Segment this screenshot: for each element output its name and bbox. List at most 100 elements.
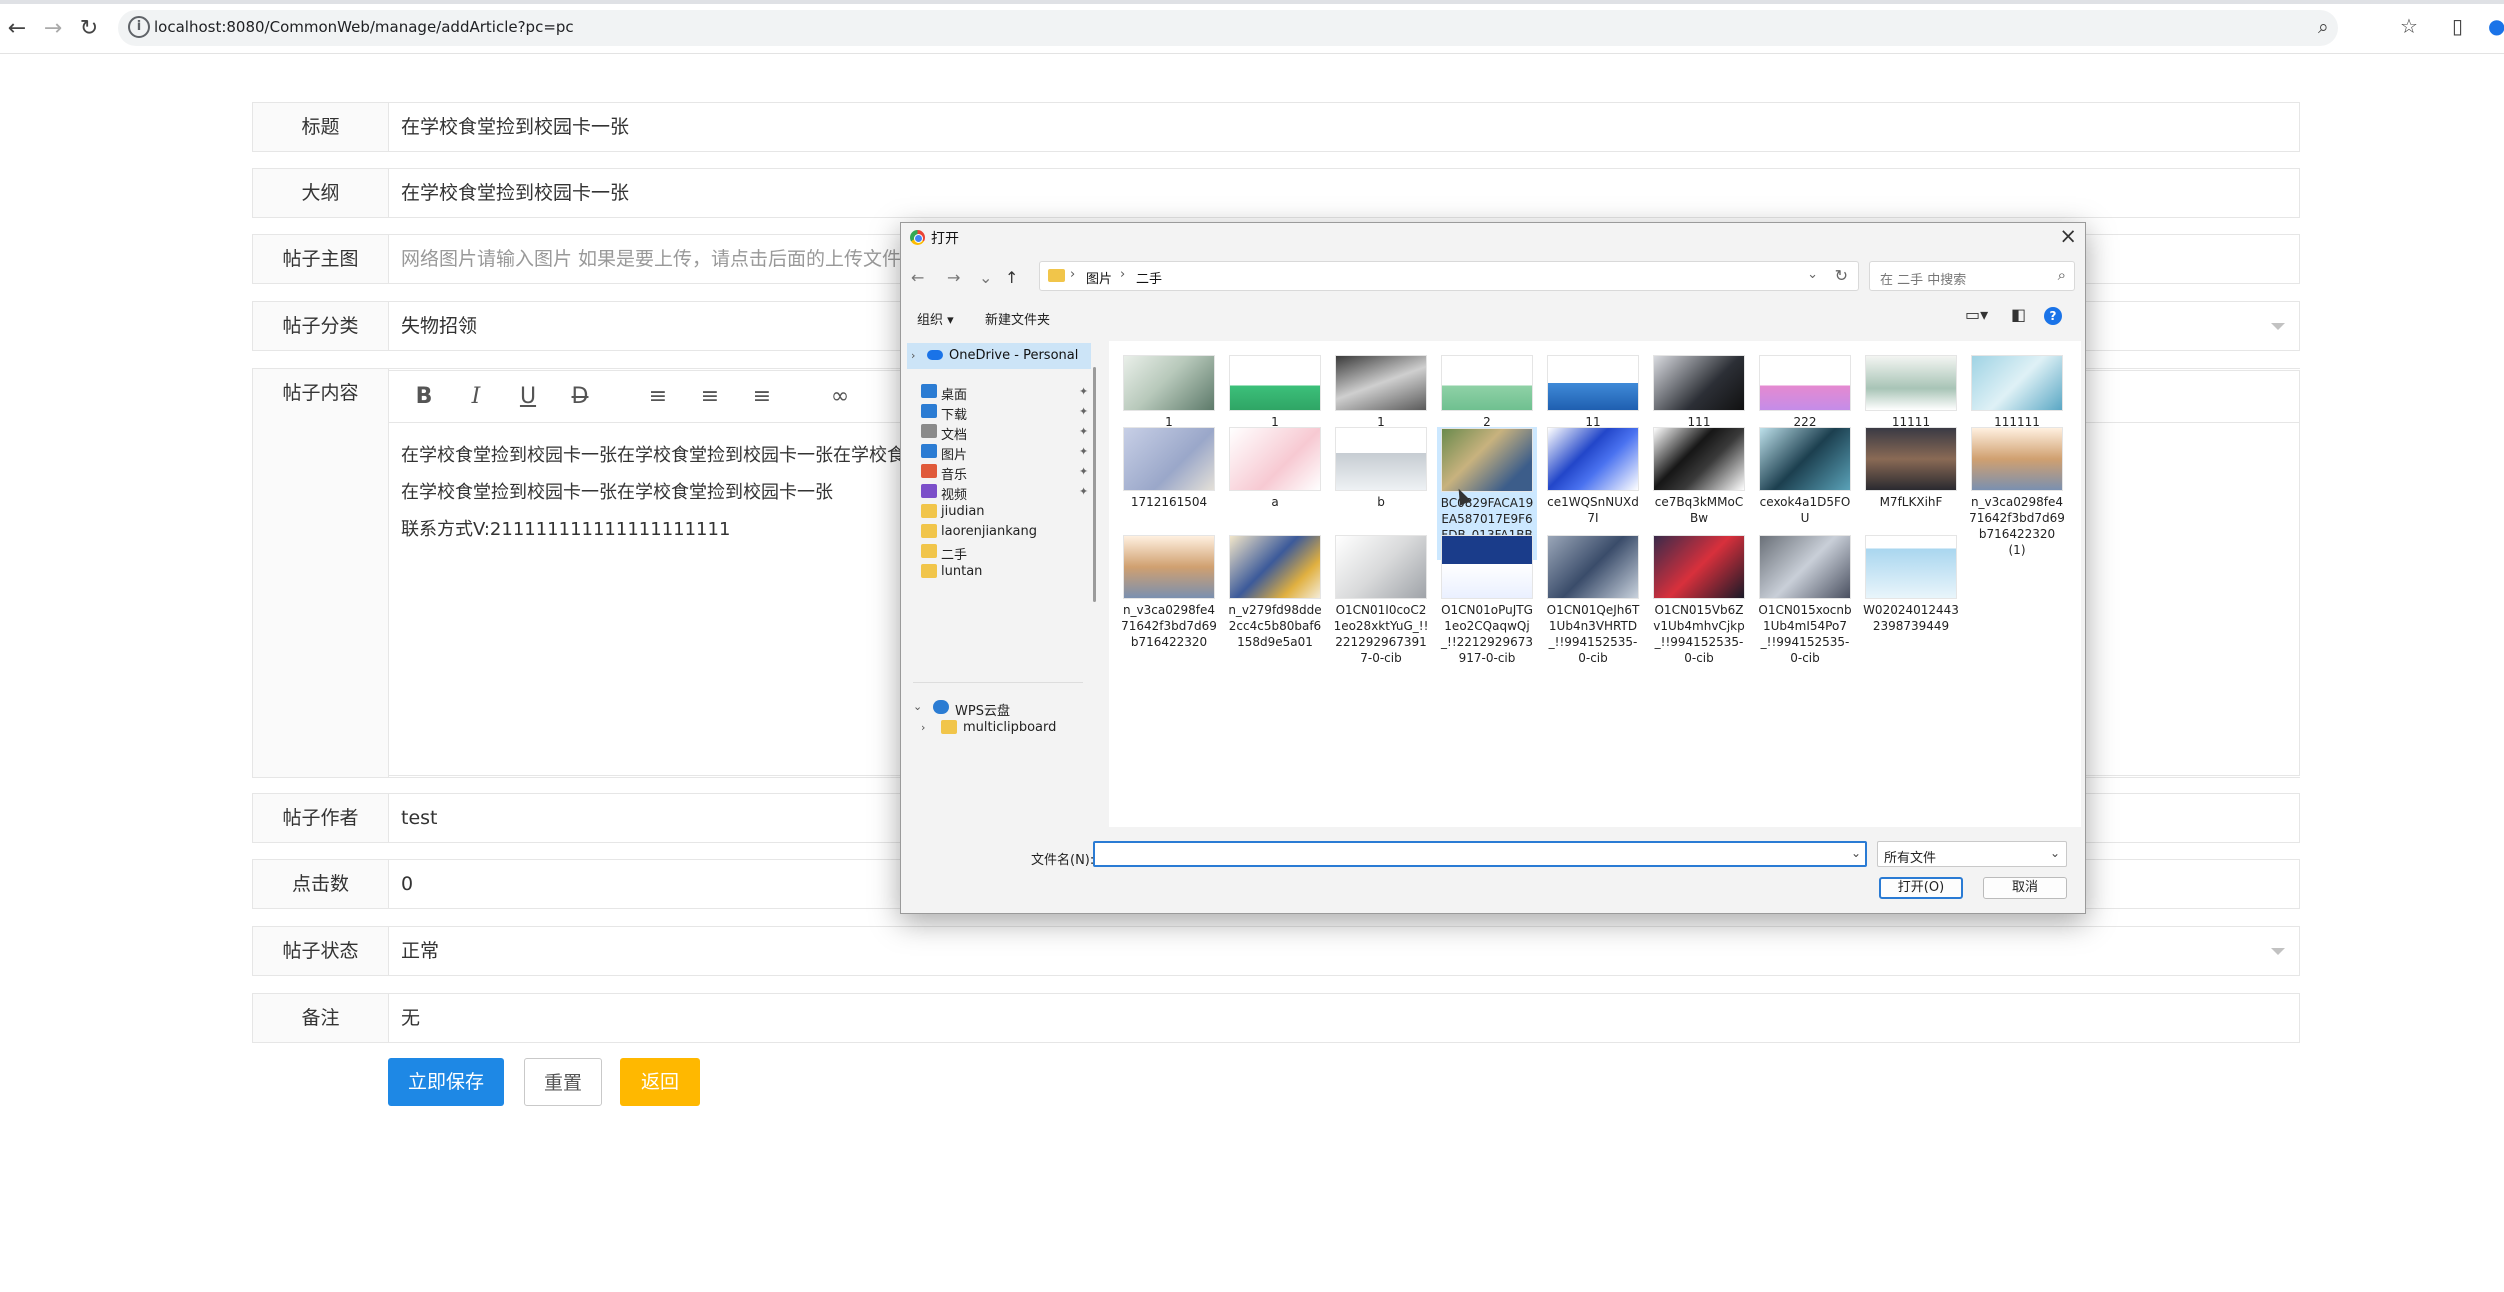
file-item[interactable]: a — [1225, 427, 1325, 510]
file-item[interactable]: O1CN015Vb6Zv1Ub4mhvCjkp_!!994152535-0-ci… — [1649, 535, 1749, 666]
file-item[interactable]: 2 — [1437, 355, 1537, 430]
sidebar-item-quick-access[interactable]: luntan — [903, 559, 1093, 585]
close-icon[interactable]: × — [2059, 224, 2077, 248]
reload-icon[interactable]: ↻ — [76, 16, 102, 42]
view-options-icon[interactable]: ▭▾ — [1965, 305, 1988, 324]
file-thumbnail — [1971, 355, 2063, 411]
file-item[interactable]: W020240124432398739449 — [1861, 535, 1961, 634]
file-item[interactable]: O1CN015xocnb1Ub4mI54Po7_!!994152535-0-ci… — [1755, 535, 1855, 666]
search-input[interactable]: 在 二手 中搜索 ⌕ — [1869, 261, 2075, 291]
remark-input[interactable]: 无 — [401, 994, 420, 1042]
sidebar-scrollbar[interactable] — [1093, 367, 1096, 602]
chevron-right-icon[interactable]: › — [911, 349, 915, 362]
sidebar-item-multiclipboard[interactable]: › multiclipboard — [903, 715, 1093, 741]
outline-input[interactable]: 在学校食堂捡到校园卡一张 — [401, 169, 629, 217]
file-thumbnail — [1547, 355, 1639, 411]
file-item[interactable]: n_v3ca0298fe471642f3bd7d69b716422320 (1) — [1967, 427, 2067, 558]
chevron-down-icon[interactable]: ⌄ — [1807, 267, 1818, 282]
underline-icon[interactable]: U — [515, 384, 541, 409]
file-thumbnail — [1335, 355, 1427, 411]
open-button[interactable]: 打开(O) — [1879, 877, 1963, 899]
remark-label: 备注 — [253, 994, 389, 1042]
image-url-input[interactable]: 网络图片请输入图片 如果是要上传，请点击后面的上传文件按钮 — [401, 235, 939, 283]
chevron-down-icon[interactable]: ⌄ — [2050, 846, 2060, 860]
strikethrough-icon[interactable]: D — [567, 384, 593, 409]
file-item[interactable]: 11111 — [1861, 355, 1961, 430]
file-item[interactable]: O1CN01oPuJTG1eo2CQaqwQj_!!2212929673917-… — [1437, 535, 1537, 666]
title-row: 标题 在学校食堂捡到校园卡一张 — [252, 102, 2300, 152]
file-thumbnail — [1653, 355, 1745, 411]
sidebar-item-onedrive[interactable]: › OneDrive - Personal — [907, 343, 1091, 369]
file-item[interactable]: b — [1331, 427, 1431, 510]
bookmark-star-icon[interactable]: ☆ — [2400, 14, 2418, 38]
chevron-right-icon[interactable]: › — [921, 721, 925, 734]
link-icon[interactable]: ∞ — [827, 384, 853, 409]
file-item[interactable]: 1 — [1119, 355, 1219, 430]
back-icon[interactable]: ← — [4, 16, 30, 42]
up-icon[interactable]: ↑ — [1005, 268, 1018, 287]
recent-locations-icon[interactable]: ⌄ — [979, 268, 992, 287]
file-item[interactable]: 1712161504 — [1119, 427, 1219, 510]
file-name: n_v3ca0298fe471642f3bd7d69b716422320 (1) — [1969, 495, 2065, 557]
forward-icon[interactable]: → — [947, 268, 960, 287]
path-bar[interactable]: › 图片 › 二手 ⌄ ↻ — [1039, 261, 1859, 291]
new-folder-button[interactable]: 新建文件夹 — [985, 309, 1050, 328]
back-icon[interactable]: ← — [911, 268, 924, 287]
align-left-icon[interactable]: ≡ — [645, 384, 671, 409]
file-item[interactable]: ce1WQSnNUXd7I — [1543, 427, 1643, 526]
title-input[interactable]: 在学校食堂捡到校园卡一张 — [401, 103, 629, 151]
file-item[interactable]: 111111 — [1967, 355, 2067, 430]
category-select[interactable]: 失物招领 — [401, 302, 477, 350]
file-item[interactable]: 111 — [1649, 355, 1749, 430]
help-icon[interactable]: ? — [2044, 307, 2062, 325]
align-center-icon[interactable]: ≡ — [697, 384, 723, 409]
address-bar[interactable]: i localhost:8080/CommonWeb/manage/addArt… — [118, 10, 2338, 46]
file-item[interactable]: n_v3ca0298fe471642f3bd7d69b716422320 — [1119, 535, 1219, 650]
file-item[interactable]: 11 — [1543, 355, 1643, 430]
outline-row: 大纲 在学校食堂捡到校园卡一张 — [252, 168, 2300, 218]
breadcrumb-item[interactable]: 图片 — [1086, 268, 1112, 287]
refresh-icon[interactable]: ↻ — [1835, 266, 1848, 285]
chevron-down-icon[interactable] — [2271, 948, 2285, 955]
address-url[interactable]: localhost:8080/CommonWeb/manage/addArtic… — [154, 18, 574, 36]
clicks-label: 点击数 — [253, 860, 389, 908]
chevron-down-icon[interactable]: ⌄ — [1851, 846, 1861, 860]
filetype-select[interactable]: 所有文件 ⌄ — [1877, 841, 2067, 867]
file-item[interactable]: n_v279fd98dde2cc4c5b80baf6158d9e5a01 — [1225, 535, 1325, 650]
file-open-dialog: 打开 × ← → ⌄ ↑ › 图片 › 二手 ⌄ ↻ 在 二手 中搜索 ⌕ 组织… — [900, 222, 2086, 914]
reset-button[interactable]: 重置 — [524, 1058, 602, 1106]
file-item[interactable]: cexok4a1D5FOU — [1755, 427, 1855, 526]
clicks-input[interactable]: 0 — [401, 860, 413, 908]
organize-menu[interactable]: 组织 ▾ — [917, 309, 954, 328]
site-info-icon[interactable]: i — [128, 16, 150, 38]
file-item[interactable]: ce7Bq3kMMoCBw — [1649, 427, 1749, 526]
file-item[interactable]: 1 — [1225, 355, 1325, 430]
file-name: M7fLKXihF — [1879, 495, 1943, 509]
file-item[interactable]: 222 — [1755, 355, 1855, 430]
profile-icon[interactable]: ● — [2488, 14, 2504, 38]
forward-icon[interactable]: → — [40, 16, 66, 42]
chevron-down-icon[interactable]: ⌄ — [913, 700, 922, 713]
status-select[interactable]: 正常 — [401, 927, 439, 975]
filename-input[interactable]: ⌄ — [1093, 841, 1867, 867]
zoom-icon[interactable]: ⌕ — [2318, 16, 2329, 38]
save-button[interactable]: 立即保存 — [388, 1058, 504, 1106]
breadcrumb-item[interactable]: 二手 — [1136, 268, 1162, 287]
file-name: cexok4a1D5FOU — [1759, 495, 1851, 525]
file-item[interactable]: O1CN01QeJh6T1Ub4n3VHRTD_!!994152535-0-ci… — [1543, 535, 1643, 666]
italic-icon[interactable]: I — [463, 384, 489, 409]
bold-icon[interactable]: B — [411, 384, 437, 409]
file-item[interactable]: 1 — [1331, 355, 1431, 430]
cancel-button[interactable]: 取消 — [1983, 877, 2067, 899]
file-item[interactable]: O1CN01I0coC21eo28xktYuG_!!2212929673917-… — [1331, 535, 1431, 666]
chevron-down-icon[interactable] — [2271, 323, 2285, 330]
file-thumbnail — [1547, 535, 1639, 599]
align-right-icon[interactable]: ≡ — [749, 384, 775, 409]
side-panel-icon[interactable]: ▯ — [2452, 14, 2463, 38]
back-button[interactable]: 返回 — [620, 1058, 700, 1106]
search-icon[interactable]: ⌕ — [2058, 266, 2066, 284]
author-label: 帖子作者 — [253, 794, 389, 842]
preview-pane-icon[interactable]: ◧ — [2011, 305, 2026, 324]
author-input[interactable]: test — [401, 794, 438, 842]
file-item[interactable]: M7fLKXihF — [1861, 427, 1961, 510]
